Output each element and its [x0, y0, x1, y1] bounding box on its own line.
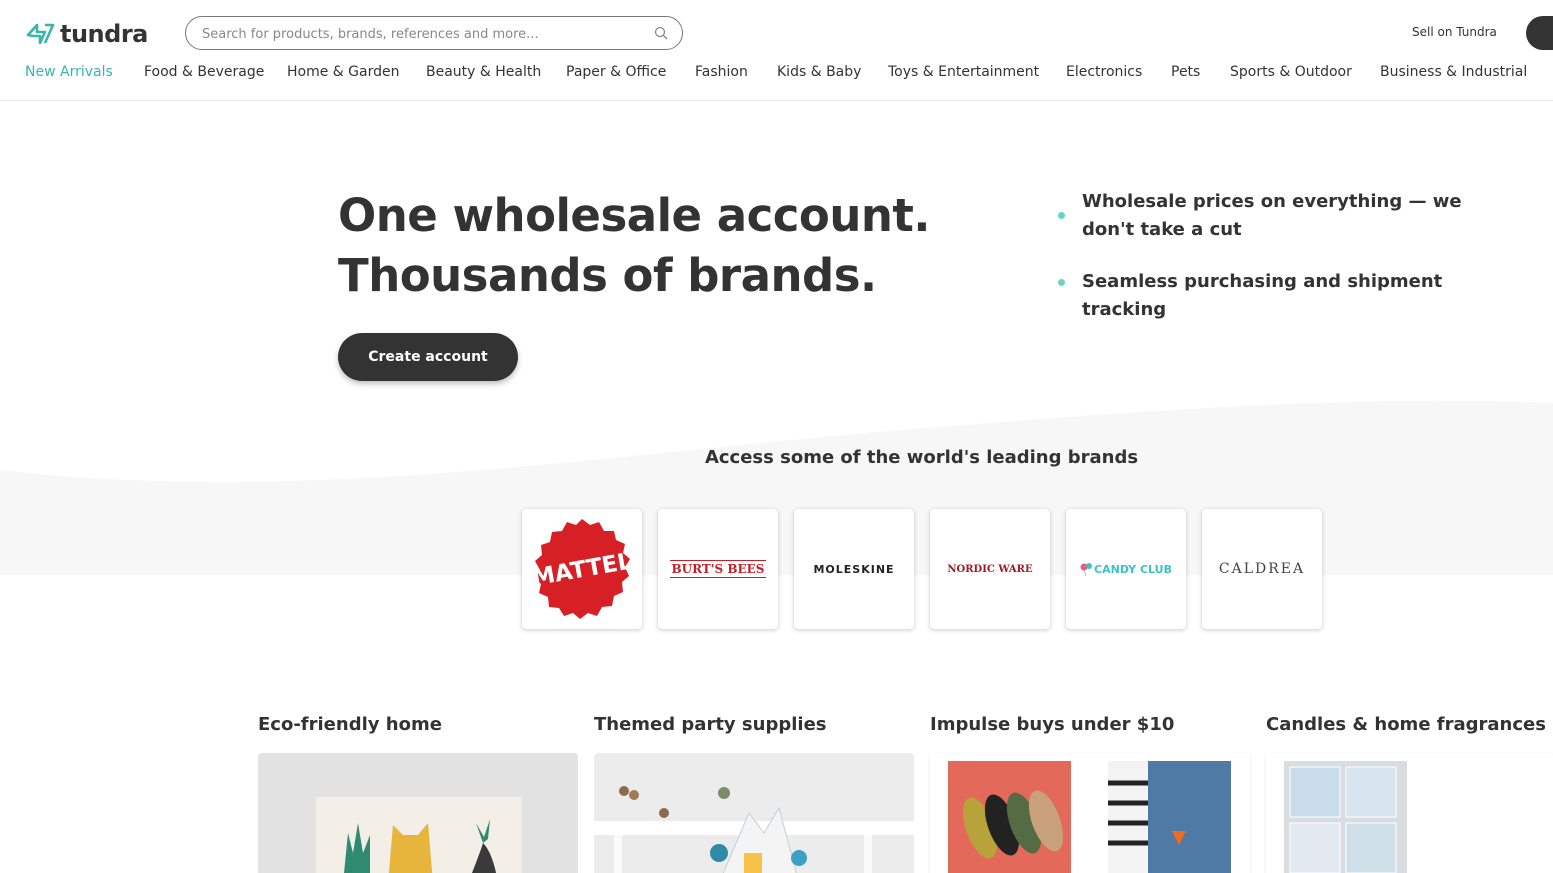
- search-bar: [185, 16, 683, 50]
- brand-card-caldrea[interactable]: CALDREA: [1202, 509, 1322, 629]
- hero-title-line1: One wholesale account.: [338, 189, 931, 242]
- nav-item-beauty-health[interactable]: Beauty & Health: [426, 64, 541, 80]
- category-eco-friendly-home: Eco-friendly home: [258, 714, 578, 873]
- nordic-ware-logo: NORDIC WARE: [947, 563, 1033, 575]
- bullet-dot-icon: [1058, 279, 1065, 286]
- nav-item-electronics[interactable]: Electronics: [1066, 64, 1142, 80]
- nav-item-pets[interactable]: Pets: [1171, 64, 1200, 80]
- category-title[interactable]: Eco-friendly home: [258, 714, 578, 735]
- create-account-button[interactable]: Create account: [338, 333, 518, 381]
- candy-balloons-icon: [1080, 563, 1093, 576]
- search-icon[interactable]: [654, 26, 668, 40]
- brand-logo-row: MATTEL BURT'S BEES MOLESKINE NORDIC WARE…: [522, 509, 1322, 629]
- category-themed-party-supplies: Themed party supplies: [594, 714, 914, 873]
- nav-item-home-garden[interactable]: Home & Garden: [287, 64, 399, 80]
- header-action-button[interactable]: [1526, 16, 1553, 50]
- nav-item-kids-baby[interactable]: Kids & Baby: [777, 64, 861, 80]
- candles-illustration: [1266, 753, 1553, 873]
- brand-card-candy-club[interactable]: CANDY CLUB: [1066, 509, 1186, 629]
- category-title[interactable]: Candles & home fragrances: [1266, 714, 1553, 735]
- brand-card-burts-bees[interactable]: BURT'S BEES: [658, 509, 778, 629]
- burts-bees-logo: BURT'S BEES: [669, 560, 767, 578]
- brands-heading: Access some of the world's leading brand…: [704, 447, 1139, 468]
- feature-item: Seamless purchasing and shipment trackin…: [1058, 268, 1518, 324]
- nav-item-paper-office[interactable]: Paper & Office: [566, 64, 666, 80]
- impulse-buys-images[interactable]: [930, 753, 1250, 873]
- nav-item-business-industrial[interactable]: Business & Industrial: [1380, 64, 1527, 80]
- eco-illustration: [258, 753, 578, 873]
- feature-text: Seamless purchasing and shipment trackin…: [1082, 271, 1443, 320]
- tundra-logo-icon: [26, 23, 55, 45]
- category-impulse-buys: Impulse buys under $10: [930, 714, 1250, 873]
- nav-item-toys-entertainment[interactable]: Toys & Entertainment: [888, 64, 1039, 80]
- nav-item-sports-outdoor[interactable]: Sports & Outdoor: [1230, 64, 1352, 80]
- caldrea-logo: CALDREA: [1218, 561, 1306, 577]
- hero-title-line2: Thousands of brands.: [338, 249, 877, 302]
- brand-card-moleskine[interactable]: MOLESKINE: [794, 509, 914, 629]
- candy-club-logo: CANDY CLUB: [1094, 562, 1172, 576]
- hero-title: One wholesale account. Thousands of bran…: [338, 186, 931, 306]
- nav-item-new-arrivals[interactable]: New Arrivals: [25, 64, 113, 80]
- feature-text: Wholesale prices on everything — we don'…: [1082, 191, 1462, 240]
- mattel-logo: MATTEL: [530, 519, 634, 619]
- category-title[interactable]: Themed party supplies: [594, 714, 914, 735]
- search-input[interactable]: [202, 23, 642, 45]
- eco-friendly-home-image[interactable]: [258, 753, 578, 873]
- nav-item-food-beverage[interactable]: Food & Beverage: [144, 64, 264, 80]
- party-illustration: [594, 753, 914, 873]
- tundra-logo[interactable]: tundra: [26, 20, 148, 48]
- category-nav: New Arrivals Food & Beverage Home & Gard…: [0, 64, 1553, 88]
- nav-item-fashion[interactable]: Fashion: [695, 64, 748, 80]
- bullet-dot-icon: [1058, 212, 1065, 219]
- brand-card-mattel[interactable]: MATTEL: [522, 509, 642, 629]
- category-title[interactable]: Impulse buys under $10: [930, 714, 1250, 735]
- themed-party-image[interactable]: [594, 753, 914, 873]
- feature-item: Wholesale prices on everything — we don'…: [1058, 188, 1518, 244]
- logo-wordmark: tundra: [60, 20, 148, 48]
- category-candles-home-fragrances: Candles & home fragrances: [1266, 714, 1553, 873]
- brand-card-nordic-ware[interactable]: NORDIC WARE: [930, 509, 1050, 629]
- sell-on-tundra-link[interactable]: Sell on Tundra: [1412, 25, 1497, 39]
- site-header: tundra Sell on Tundra New Arrivals Food …: [0, 0, 1553, 101]
- candles-image[interactable]: [1266, 753, 1553, 873]
- feature-list: Wholesale prices on everything — we don'…: [1058, 188, 1518, 348]
- impulse-illustration: [930, 753, 1250, 873]
- moleskine-logo: MOLESKINE: [813, 562, 895, 576]
